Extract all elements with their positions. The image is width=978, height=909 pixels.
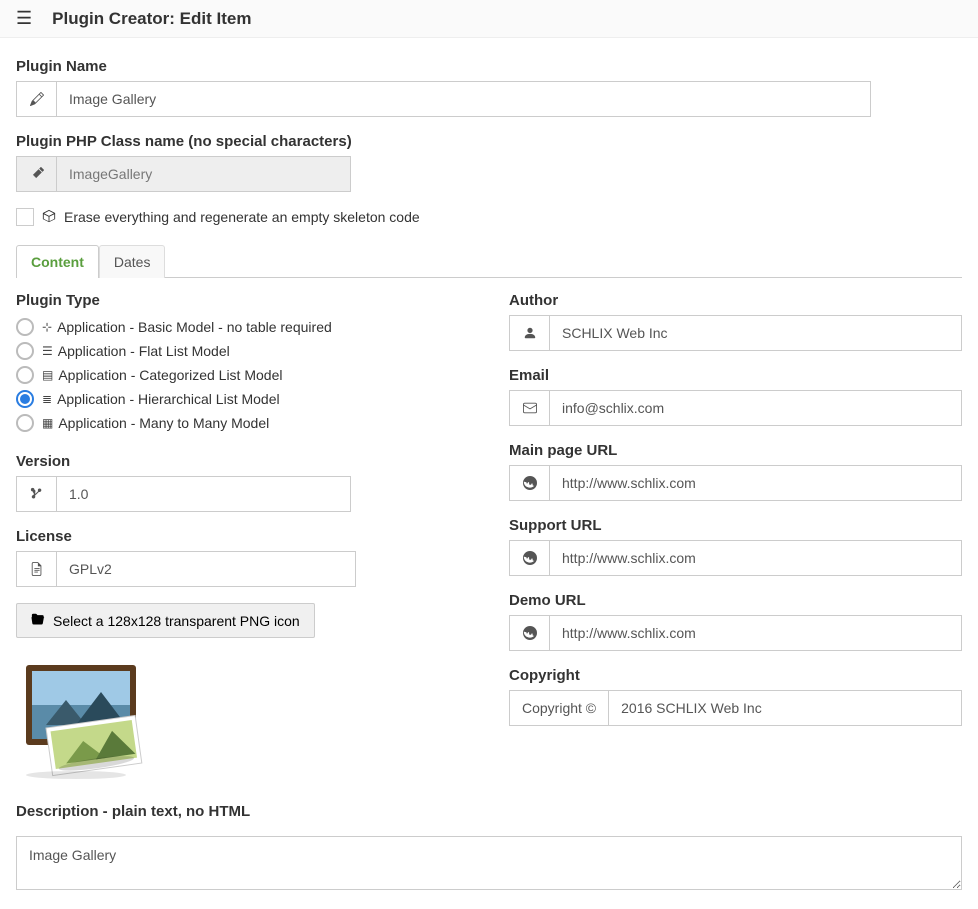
content-area: Plugin Name Plugin PHP Class name (no sp… bbox=[0, 42, 978, 909]
support-url-input[interactable] bbox=[549, 540, 962, 576]
main-url-input[interactable] bbox=[549, 465, 962, 501]
support-url-label: Support URL bbox=[509, 517, 962, 534]
plugin-name-input[interactable] bbox=[56, 81, 871, 117]
author-input[interactable] bbox=[549, 315, 962, 351]
plugin-type-option-categorized[interactable]: ▤Application - Categorized List Model bbox=[16, 363, 469, 387]
description-label: Description - plain text, no HTML bbox=[16, 803, 469, 820]
erase-checkbox-row: Erase everything and regenerate an empty… bbox=[16, 208, 962, 226]
edit-icon bbox=[16, 81, 56, 117]
version-group: Version bbox=[16, 453, 469, 512]
menu-toggle-icon[interactable]: ☰ bbox=[16, 8, 32, 29]
author-label: Author bbox=[509, 292, 962, 309]
globe-icon bbox=[509, 540, 549, 576]
main-url-label: Main page URL bbox=[509, 442, 962, 459]
email-label: Email bbox=[509, 367, 962, 384]
author-group: Author bbox=[509, 292, 962, 351]
copyright-group: Copyright Copyright © bbox=[509, 667, 962, 726]
copyright-input[interactable] bbox=[608, 690, 962, 726]
tabs: Content Dates bbox=[16, 244, 962, 278]
table-icon: ▦ bbox=[42, 416, 53, 430]
erase-checkbox-label: Erase everything and regenerate an empty… bbox=[64, 209, 420, 225]
email-group: Email bbox=[509, 367, 962, 426]
plugin-type-option-flat[interactable]: ☰Application - Flat List Model bbox=[16, 339, 469, 363]
copyright-addon: Copyright © bbox=[509, 690, 608, 726]
plugin-type-options: ⊹Application - Basic Model - no table re… bbox=[16, 315, 469, 435]
globe-icon bbox=[509, 615, 549, 651]
class-name-input bbox=[56, 156, 351, 192]
pencil-icon bbox=[16, 156, 56, 192]
icon-preview bbox=[16, 650, 469, 783]
plugin-name-label: Plugin Name bbox=[16, 58, 962, 75]
plugin-type-option-basic[interactable]: ⊹Application - Basic Model - no table re… bbox=[16, 315, 469, 339]
copyright-label: Copyright bbox=[509, 667, 962, 684]
plugin-name-group: Plugin Name bbox=[16, 58, 962, 117]
demo-url-group: Demo URL bbox=[509, 592, 962, 651]
tab-content[interactable]: Content bbox=[16, 245, 99, 278]
plugin-type-group: Plugin Type ⊹Application - Basic Model -… bbox=[16, 292, 469, 435]
cube-icon bbox=[42, 209, 56, 226]
plugin-type-option-manytomany[interactable]: ▦Application - Many to Many Model bbox=[16, 411, 469, 435]
globe-icon bbox=[509, 465, 549, 501]
branch-icon bbox=[16, 476, 56, 512]
radio-button[interactable] bbox=[16, 366, 34, 384]
list-icon: ☰ bbox=[42, 344, 53, 358]
license-label: License bbox=[16, 528, 469, 545]
select-icon-label: Select a 128x128 transparent PNG icon bbox=[53, 613, 300, 629]
right-column: Author Email Main page URL bbox=[509, 292, 962, 836]
plugin-type-label: Plugin Type bbox=[16, 292, 469, 309]
demo-url-label: Demo URL bbox=[509, 592, 962, 609]
demo-url-input[interactable] bbox=[549, 615, 962, 651]
left-column: Plugin Type ⊹Application - Basic Model -… bbox=[16, 292, 469, 836]
envelope-icon bbox=[509, 390, 549, 426]
radio-button[interactable] bbox=[16, 390, 34, 408]
license-group: License bbox=[16, 528, 469, 587]
description-textarea[interactable] bbox=[16, 836, 962, 890]
folder-open-icon bbox=[31, 612, 45, 629]
support-url-group: Support URL bbox=[509, 517, 962, 576]
indent-icon: ≣ bbox=[42, 392, 52, 406]
top-bar: ☰ Plugin Creator: Edit Item bbox=[0, 0, 978, 38]
tab-content-body: Plugin Type ⊹Application - Basic Model -… bbox=[16, 292, 962, 836]
user-icon bbox=[509, 315, 549, 351]
radio-button[interactable] bbox=[16, 342, 34, 360]
plugin-type-option-hierarchical[interactable]: ≣Application - Hierarchical List Model bbox=[16, 387, 469, 411]
description-group: Description - plain text, no HTML bbox=[16, 803, 469, 820]
select-icon-button[interactable]: Select a 128x128 transparent PNG icon bbox=[16, 603, 315, 638]
file-icon bbox=[16, 551, 56, 587]
radio-button[interactable] bbox=[16, 318, 34, 336]
radio-button[interactable] bbox=[16, 414, 34, 432]
email-input[interactable] bbox=[549, 390, 962, 426]
erase-checkbox[interactable] bbox=[16, 208, 34, 226]
list-alt-icon: ▤ bbox=[42, 368, 53, 382]
main-url-group: Main page URL bbox=[509, 442, 962, 501]
version-label: Version bbox=[16, 453, 469, 470]
class-name-group: Plugin PHP Class name (no special charac… bbox=[16, 133, 962, 192]
license-input[interactable] bbox=[56, 551, 356, 587]
class-name-label: Plugin PHP Class name (no special charac… bbox=[16, 133, 962, 150]
page-title: Plugin Creator: Edit Item bbox=[52, 9, 251, 29]
version-input[interactable] bbox=[56, 476, 351, 512]
tab-dates[interactable]: Dates bbox=[99, 245, 166, 278]
sitemap-icon: ⊹ bbox=[42, 320, 52, 334]
